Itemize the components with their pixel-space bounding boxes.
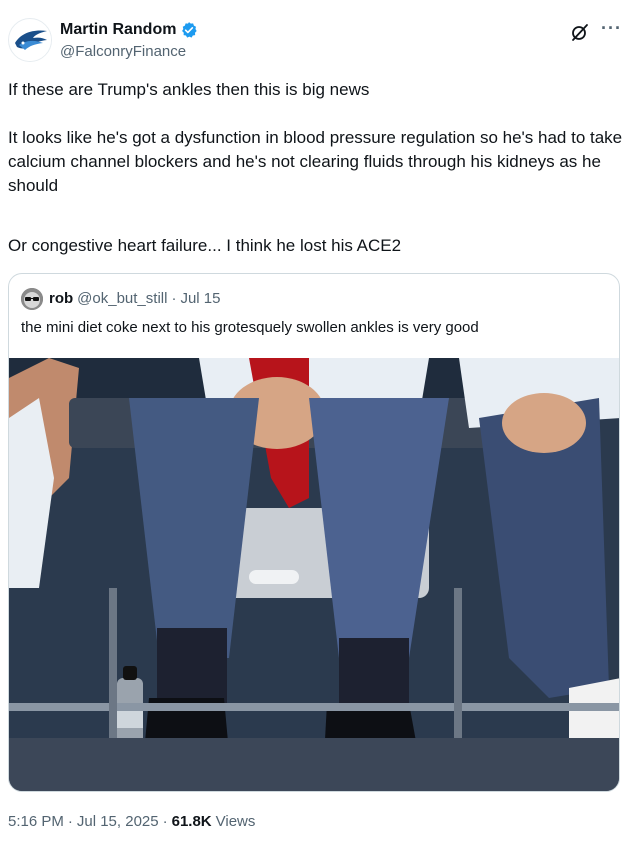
quoted-author-avatar[interactable] [21, 288, 43, 310]
tweet-header: Martin Random @FalconryFinance ··· [8, 16, 626, 70]
quoted-tweet-header: rob @ok_but_still · Jul 15 [21, 288, 220, 310]
grok-icon[interactable] [570, 22, 590, 42]
quoted-tweet-card[interactable]: rob @ok_but_still · Jul 15 the mini diet… [8, 273, 620, 792]
post-date[interactable]: Jul 15, 2025 [77, 812, 159, 832]
author-name-row: Martin Random [60, 20, 198, 40]
author-avatar[interactable] [8, 18, 52, 62]
verified-badge-icon [182, 22, 198, 38]
photo-seated-men-ankles [9, 358, 619, 791]
separator-dot: · [162, 813, 168, 830]
separator-dot: · [67, 813, 73, 830]
quoted-media-photo[interactable] [9, 358, 619, 791]
sunglasses-face-icon [21, 288, 43, 310]
views-label: Views [215, 813, 256, 830]
tweet-paragraph: Or congestive heart failure... I think h… [8, 236, 402, 255]
quoted-display-name[interactable]: rob [49, 289, 73, 309]
author-handle[interactable]: @FalconryFinance [60, 42, 186, 62]
separator-dot: · [171, 290, 177, 307]
quoted-handle[interactable]: @ok_but_still [77, 289, 167, 309]
quoted-date[interactable]: Jul 15 [180, 289, 220, 309]
quoted-tweet-text: the mini diet coke next to his grotesque… [21, 319, 479, 336]
tweet-footer: 5:16 PM · Jul 15, 2025 · 61.8K Views [8, 812, 255, 832]
author-display-name[interactable]: Martin Random [60, 20, 176, 40]
post-time[interactable]: 5:16 PM [8, 812, 64, 832]
tweet-paragraph: It looks like he's got a dysfunction in … [8, 128, 623, 195]
views-count[interactable]: 61.8K [172, 812, 212, 832]
more-options-icon[interactable]: ··· [601, 18, 622, 38]
tweet-paragraph: If these are Trump's ankles then this is… [8, 80, 370, 99]
falcon-logo-icon [10, 20, 51, 61]
